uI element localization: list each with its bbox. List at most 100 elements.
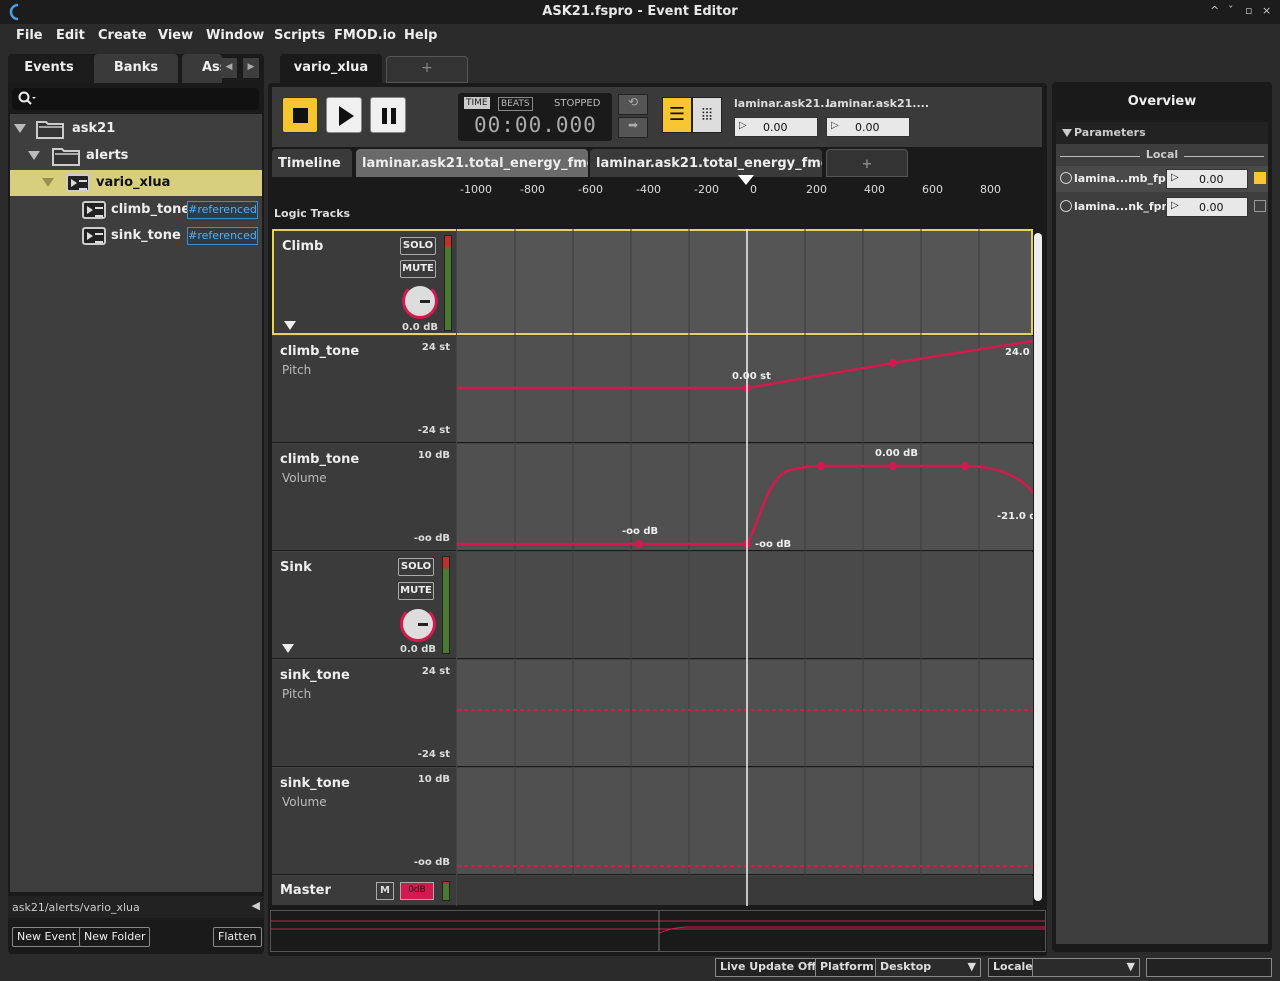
- pause-button[interactable]: [370, 97, 406, 133]
- ruler-tick: -1000: [460, 183, 492, 196]
- add-event-tab-button[interactable]: +: [386, 56, 468, 83]
- tree-item-vario-xlua[interactable]: vario_xlua: [10, 170, 262, 196]
- expand-icon[interactable]: [42, 178, 54, 187]
- vertical-scrollbar[interactable]: [1034, 233, 1042, 901]
- curve-label: 0.00 st: [732, 371, 771, 382]
- track-sink-header[interactable]: Sink SOLO MUTE 0.0 dB: [272, 552, 456, 659]
- param-value-field[interactable]: ▷ 0.00: [734, 117, 818, 137]
- platform-select[interactable]: Desktop ▼: [875, 958, 981, 977]
- stop-button[interactable]: [282, 97, 318, 133]
- tab-assets[interactable]: Assets: [182, 54, 222, 83]
- timeline-overlay: 0.00 st 24.0 s -oo dB -oo dB 0.00 dB -21…: [457, 229, 1033, 906]
- parameter-color-swatch[interactable]: [1254, 200, 1266, 212]
- flatten-button[interactable]: Flatten: [213, 927, 262, 947]
- new-event-button[interactable]: New Event: [12, 927, 82, 947]
- time-display: TIME BEATS STOPPED 00:00.000: [458, 93, 612, 141]
- tab-events[interactable]: Events: [8, 54, 90, 83]
- automation-header[interactable]: climb_tone Volume 10 dB -oo dB: [272, 444, 456, 551]
- parameter-settings-icon[interactable]: [1060, 200, 1072, 212]
- loop-icon[interactable]: ⟲: [618, 94, 648, 115]
- curve-point: [635, 540, 643, 548]
- menu-scripts[interactable]: Scripts: [274, 28, 325, 43]
- mute-button[interactable]: MUTE: [400, 260, 436, 278]
- expand-icon[interactable]: [1062, 129, 1072, 137]
- menu-help[interactable]: Help: [404, 28, 437, 43]
- minimize-up-icon[interactable]: ^: [1210, 4, 1219, 17]
- tree-item-ask21[interactable]: ask21: [10, 116, 262, 142]
- parameter-name: lamina...nk_fpm: [1074, 200, 1173, 213]
- master-mute-button[interactable]: M: [376, 882, 394, 900]
- close-icon[interactable]: ×: [1262, 4, 1271, 17]
- automation-property: Volume: [282, 795, 327, 809]
- beats-toggle[interactable]: BEATS: [498, 97, 533, 111]
- follow-icon[interactable]: ➡: [618, 117, 648, 138]
- automation-header[interactable]: climb_tone Pitch 24 st -24 st: [272, 336, 456, 443]
- expand-icon[interactable]: [28, 151, 40, 160]
- parameter-value-field[interactable]: ▷ 0.00: [1166, 197, 1248, 217]
- locale-select[interactable]: ▼: [1032, 958, 1140, 977]
- timeline-ruler[interactable]: -1000 -800 -600 -400 -200 0 200 400 600 …: [454, 175, 1042, 201]
- tab-banks[interactable]: Banks: [94, 54, 178, 83]
- play-button[interactable]: [326, 97, 362, 133]
- menu-file[interactable]: File: [16, 28, 43, 43]
- search-input[interactable]: [12, 88, 259, 110]
- list-view-icon[interactable]: ☰: [662, 97, 692, 133]
- track-climb-header[interactable]: Climb SOLO MUTE 0.0 dB: [272, 229, 456, 335]
- time-toggle[interactable]: TIME: [464, 97, 490, 109]
- tab-param-1[interactable]: laminar.ask21.total_energy_fmod_...: [356, 149, 588, 177]
- menu-window[interactable]: Window: [206, 28, 264, 43]
- automation-header[interactable]: sink_tone Volume 10 dB -oo dB: [272, 768, 456, 875]
- param-value-field[interactable]: ▷ 0.00: [826, 117, 910, 137]
- tree-item-alerts[interactable]: alerts: [10, 143, 262, 169]
- parameter-settings-icon[interactable]: [1060, 172, 1072, 184]
- menu-fmodio[interactable]: FMOD.io: [334, 28, 396, 43]
- locale-label: Locale: [988, 958, 1038, 977]
- minimize-icon[interactable]: ˇ: [1228, 4, 1234, 17]
- tab-scroll-left-icon[interactable]: ◀: [221, 58, 237, 78]
- tree-label: alerts: [86, 148, 129, 163]
- track-name: Climb: [282, 239, 324, 254]
- tree-item-sink-tone[interactable]: sink_tone #referenced: [10, 223, 262, 249]
- parameters-section[interactable]: Parameters: [1056, 122, 1268, 144]
- add-tab-button[interactable]: +: [826, 149, 908, 177]
- tree-label: climb_tone: [111, 202, 191, 217]
- tree-item-climb-tone[interactable]: climb_tone #referenced: [10, 197, 262, 223]
- tab-vario-xlua[interactable]: vario_xlua: [280, 54, 382, 83]
- parameter-color-swatch[interactable]: [1254, 172, 1266, 184]
- tab-timeline[interactable]: Timeline: [272, 149, 352, 177]
- tab-scroll-right-icon[interactable]: ▶: [243, 58, 259, 78]
- volume-curve: [457, 464, 1033, 546]
- grid-view-icon[interactable]: ⦙⦙⦙: [692, 97, 722, 133]
- event-editor: vario_xlua + TIME BEATS STOPPED 00:00.00…: [268, 54, 1048, 957]
- tree-label: sink_tone: [111, 228, 181, 243]
- automation-header[interactable]: sink_tone Pitch 24 st -24 st: [272, 660, 456, 767]
- live-update-button[interactable]: Live Update Off: [715, 958, 822, 977]
- collapse-track-icon[interactable]: [282, 644, 294, 653]
- new-folder-button[interactable]: New Folder: [79, 927, 151, 947]
- master-track-header[interactable]: Master M 0dB: [272, 876, 456, 906]
- volume-knob[interactable]: [402, 283, 438, 319]
- section-label: Parameters: [1074, 126, 1146, 139]
- solo-button[interactable]: SOLO: [398, 558, 434, 576]
- playhead-marker-icon[interactable]: [738, 175, 754, 187]
- volume-knob[interactable]: [400, 606, 436, 642]
- parameter-row[interactable]: lamina...mb_fpm ▷ 0.00: [1056, 166, 1268, 192]
- mute-button[interactable]: MUTE: [398, 582, 434, 600]
- menu-create[interactable]: Create: [98, 28, 147, 43]
- volume-value: 0.0 dB: [402, 322, 438, 333]
- editor-panel: TIME BEATS STOPPED 00:00.000 ⟲ ➡ ☰ ⦙⦙⦙ l…: [268, 83, 1047, 957]
- timeline-minimap[interactable]: [270, 910, 1046, 952]
- transport-state: STOPPED: [554, 98, 601, 109]
- parameter-value-field[interactable]: ▷ 0.00: [1166, 169, 1248, 189]
- parameter-row[interactable]: lamina...nk_fpm ▷ 0.00: [1056, 194, 1268, 220]
- menu-edit[interactable]: Edit: [56, 28, 85, 43]
- param-value: 0.00: [1199, 201, 1224, 214]
- master-fader[interactable]: 0dB: [400, 882, 434, 900]
- expand-icon[interactable]: [14, 124, 26, 133]
- collapse-panel-icon[interactable]: ◀: [252, 899, 260, 912]
- solo-button[interactable]: SOLO: [400, 237, 436, 255]
- tab-param-2[interactable]: laminar.ask21.total_energy_fmod_...: [590, 149, 822, 177]
- collapse-track-icon[interactable]: [284, 321, 296, 330]
- menu-view[interactable]: View: [158, 28, 193, 43]
- maximize-icon[interactable]: ▫: [1245, 4, 1252, 17]
